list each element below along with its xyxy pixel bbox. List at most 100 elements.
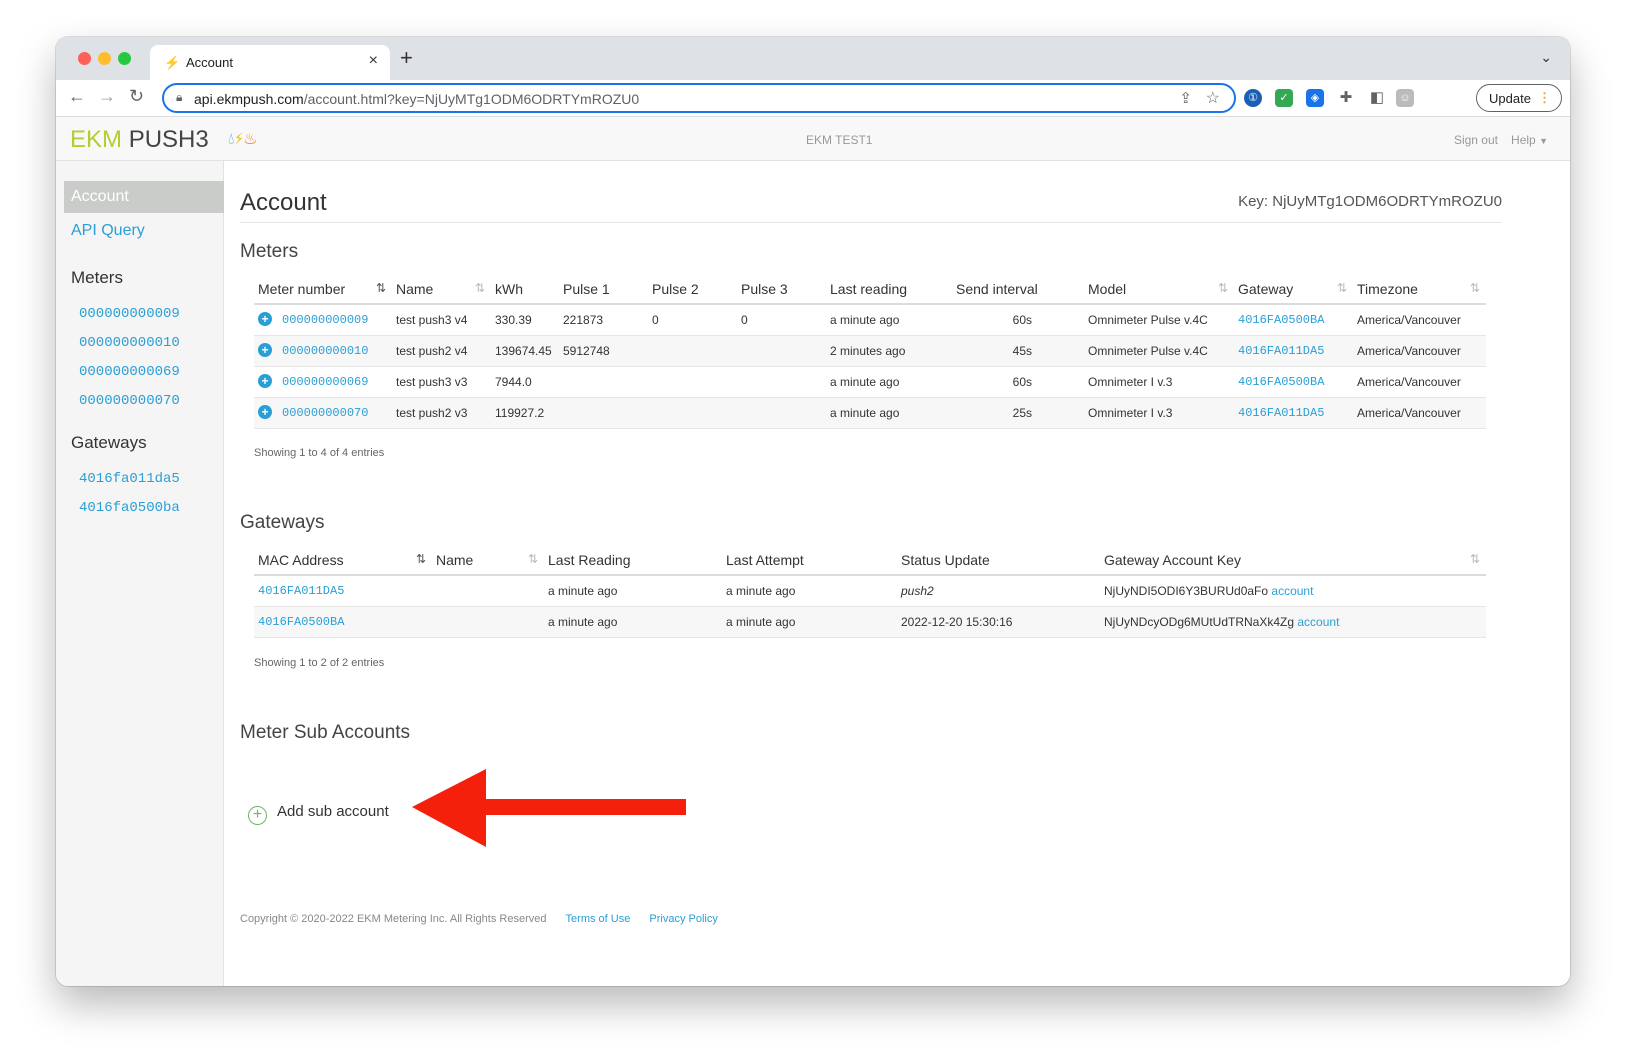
- col-last-attempt: Last Attempt: [722, 545, 897, 576]
- footer: Copyright © 2020-2022 EKM Metering Inc. …: [240, 913, 718, 925]
- back-arrow-icon[interactable]: ←: [68, 86, 86, 107]
- add-sub-account-button[interactable]: + Add sub account: [248, 803, 389, 825]
- sidebar-meter-link[interactable]: 000000000069: [79, 364, 180, 380]
- account-link[interactable]: account: [1271, 584, 1313, 598]
- col-gateway-account-key[interactable]: Gateway Account Key ⇅: [1100, 545, 1486, 576]
- pulse3-cell: 0: [737, 304, 826, 336]
- sidebar-item-api-query[interactable]: API Query: [71, 222, 145, 240]
- bookmark-star-icon[interactable]: ☆: [1206, 88, 1220, 108]
- gateway-link[interactable]: 4016FA011DA5: [1238, 406, 1324, 420]
- reload-icon[interactable]: ↻: [129, 86, 144, 107]
- pulse3-cell: [737, 366, 826, 398]
- brand-icons: 💧︎⚡︎♨: [228, 129, 258, 149]
- caret-down-icon: ▼: [1539, 136, 1548, 146]
- sidebar-gateway-link[interactable]: 4016fa0500ba: [79, 500, 180, 516]
- mac-cell: 4016FA0500BA: [254, 606, 432, 638]
- expand-row-icon[interactable]: +: [258, 312, 272, 327]
- sidebar-item-account[interactable]: Account: [64, 181, 224, 213]
- pulse2-cell: [648, 366, 737, 398]
- col-timezone[interactable]: Timezone ⇅: [1353, 274, 1486, 305]
- model-cell: Omnimeter I v.3: [1084, 366, 1234, 398]
- expand-row-icon[interactable]: +: [258, 405, 272, 419]
- gateway-link[interactable]: 4016FA0500BA: [1238, 313, 1324, 327]
- meter-link[interactable]: 000000000069: [282, 375, 368, 389]
- tab-search-chevron-icon[interactable]: ⌄: [1540, 49, 1552, 66]
- shield-extension-icon[interactable]: ✓: [1275, 89, 1293, 107]
- page-title: Account: [240, 189, 327, 216]
- mac-cell: 4016FA011DA5: [254, 575, 432, 607]
- url-text: api.ekmpush.com/account.html?key=NjUyMTg…: [194, 91, 640, 107]
- gateways-section-title: Gateways: [240, 512, 325, 533]
- gateway-cell: 4016FA0500BA: [1234, 304, 1353, 336]
- pulse1-cell: 221873: [559, 304, 648, 336]
- account-key: Key: NjUyMTg1ODM6ODRTYmROZU0: [1238, 193, 1502, 210]
- expand-row-icon[interactable]: +: [258, 343, 272, 357]
- model-cell: Omnimeter Pulse v.4C: [1084, 335, 1234, 367]
- col-gw-name[interactable]: Name ⇅: [432, 545, 544, 576]
- last-reading-cell: a minute ago: [544, 606, 722, 638]
- col-meter-number[interactable]: Meter number ⇅: [254, 274, 392, 305]
- meter-link[interactable]: 000000000009: [282, 313, 368, 327]
- address-bar[interactable]: 🔒︎ api.ekmpush.com/account.html?key=NjUy…: [162, 83, 1236, 113]
- tab-title: Account: [186, 55, 233, 70]
- browser-tab[interactable]: ⚡ Account ×: [150, 45, 390, 80]
- sidebar-meters-heading: Meters: [71, 268, 123, 287]
- expand-row-icon[interactable]: +: [258, 374, 272, 388]
- new-tab-icon[interactable]: +: [400, 45, 413, 71]
- password-manager-icon[interactable]: ①: [1244, 89, 1262, 107]
- gateway-link[interactable]: 4016FA011DA5: [1238, 344, 1324, 358]
- title-divider: [240, 222, 1502, 223]
- interval-cell: 60s: [952, 304, 1084, 336]
- browser-toolbar: ← → ↻ 🔒︎ api.ekmpush.com/account.html?ke…: [56, 80, 1570, 117]
- privacy-link[interactable]: Privacy Policy: [649, 913, 717, 925]
- gateway-cell: 4016FA0500BA: [1234, 366, 1353, 398]
- kwh-cell: 330.39: [491, 304, 559, 336]
- sidebar-gateway-link[interactable]: 4016fa011da5: [79, 471, 180, 487]
- gateways-table: MAC Address ⇅ Name ⇅ Last Reading Last Att…: [254, 545, 1486, 638]
- lock-icon: 🔒︎: [176, 90, 183, 104]
- meter-link[interactable]: 000000000070: [282, 406, 368, 420]
- table-row: + 000000000010 test push2 v4 139674.45 5…: [254, 335, 1486, 367]
- close-window-button[interactable]: [78, 52, 91, 65]
- gateway-mac-link[interactable]: 4016FA0500BA: [258, 615, 344, 629]
- sidebar-meter-link[interactable]: 000000000070: [79, 393, 180, 409]
- gateways-showing-info: Showing 1 to 2 of 2 entries: [254, 657, 385, 669]
- col-model[interactable]: Model ⇅: [1084, 274, 1234, 305]
- gateway-key-text: NjUyNDcyODg6MUtUdTRNaXk4Zg: [1104, 614, 1295, 629]
- terms-link[interactable]: Terms of Use: [566, 913, 631, 925]
- app-header: EKM PUSH3 💧︎⚡︎♨ EKM TEST1 Sign out Help …: [56, 117, 1570, 161]
- help-menu[interactable]: Help ▼: [1511, 133, 1548, 147]
- table-row: + 000000000070 test push2 v3 119927.2 a …: [254, 397, 1486, 429]
- account-link[interactable]: account: [1297, 615, 1339, 629]
- table-row: + 000000000069 test push3 v3 7944.0 a mi…: [254, 366, 1486, 398]
- tag-extension-icon[interactable]: ◈: [1306, 89, 1324, 107]
- sidebar-meter-link[interactable]: 000000000010: [79, 335, 180, 351]
- table-row: 4016FA0500BA a minute ago a minute ago 2…: [254, 606, 1486, 638]
- pulse1-cell: [559, 366, 648, 398]
- sign-out-link[interactable]: Sign out: [1454, 133, 1498, 147]
- profile-avatar-icon[interactable]: ☺: [1396, 89, 1414, 107]
- brand-logo[interactable]: EKM PUSH3: [70, 126, 209, 154]
- sort-icon: ⇅: [415, 552, 426, 566]
- status-cell: push2: [897, 575, 1100, 607]
- col-last-reading: Last reading: [826, 274, 952, 305]
- side-panel-icon[interactable]: ◧: [1368, 89, 1386, 107]
- update-button[interactable]: Update ⋮: [1476, 84, 1562, 112]
- close-tab-icon[interactable]: ×: [369, 52, 378, 70]
- gateway-key-text: NjUyNDI5ODI6Y3BURUd0aFo: [1104, 583, 1269, 598]
- col-name[interactable]: Name ⇅: [392, 274, 491, 305]
- meter-link[interactable]: 000000000010: [282, 344, 368, 358]
- col-gateway[interactable]: Gateway ⇅: [1234, 274, 1353, 305]
- sidebar-meter-link[interactable]: 000000000009: [79, 306, 180, 322]
- minimize-window-button[interactable]: [98, 52, 111, 65]
- gateway-mac-link[interactable]: 4016FA011DA5: [258, 584, 344, 598]
- share-icon[interactable]: ⇪: [1179, 89, 1192, 107]
- lightning-icon: ⚡︎: [234, 131, 244, 148]
- maximize-window-button[interactable]: [118, 52, 131, 65]
- forward-arrow-icon[interactable]: →: [98, 86, 116, 107]
- col-mac-address[interactable]: MAC Address ⇅: [254, 545, 432, 576]
- extensions-puzzle-icon[interactable]: ✚: [1337, 89, 1355, 107]
- gateway-link[interactable]: 4016FA0500BA: [1238, 375, 1324, 389]
- timezone-cell: America/Vancouver: [1353, 304, 1486, 336]
- kebab-menu-icon[interactable]: ⋮: [1538, 90, 1551, 106]
